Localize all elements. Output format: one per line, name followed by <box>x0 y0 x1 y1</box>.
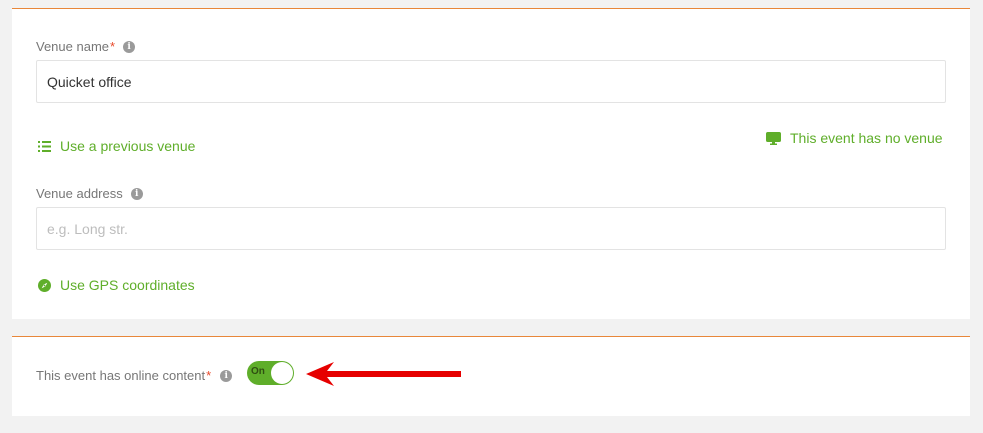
required-mark: * <box>206 368 212 383</box>
compass-icon <box>38 278 51 292</box>
info-icon[interactable]: i <box>123 40 136 53</box>
no-venue-text: This event has no venue <box>790 130 943 146</box>
venue-name-label: Venue name * i <box>36 39 136 54</box>
venue-name-input[interactable] <box>36 60 946 103</box>
venue-name-label-text: Venue name <box>36 39 110 54</box>
online-content-toggle[interactable]: On <box>247 361 294 385</box>
venue-address-input[interactable] <box>36 207 946 250</box>
list-icon <box>38 140 51 152</box>
use-previous-venue-text: Use a previous venue <box>60 138 196 154</box>
online-content-card: This event has online content * i On <box>12 336 970 416</box>
required-mark: * <box>110 39 116 54</box>
red-arrow-annotation <box>306 362 461 386</box>
online-content-label: This event has online content * i <box>36 368 233 383</box>
toggle-knob <box>271 362 293 384</box>
use-previous-venue-link[interactable]: Use a previous venue <box>38 138 195 154</box>
toggle-on-label: On <box>251 366 265 377</box>
info-icon[interactable]: i <box>220 369 233 382</box>
venue-address-label: Venue address i <box>36 186 143 201</box>
venue-card: Venue name * i Use a previous venue This… <box>12 8 970 319</box>
info-icon[interactable]: i <box>130 187 143 200</box>
no-venue-link[interactable]: This event has no venue <box>766 130 943 146</box>
venue-address-label-text: Venue address <box>36 186 123 201</box>
online-content-label-text: This event has online content <box>36 368 206 383</box>
monitor-icon <box>766 131 781 145</box>
use-gps-text: Use GPS coordinates <box>60 277 195 293</box>
use-gps-link[interactable]: Use GPS coordinates <box>38 277 195 293</box>
